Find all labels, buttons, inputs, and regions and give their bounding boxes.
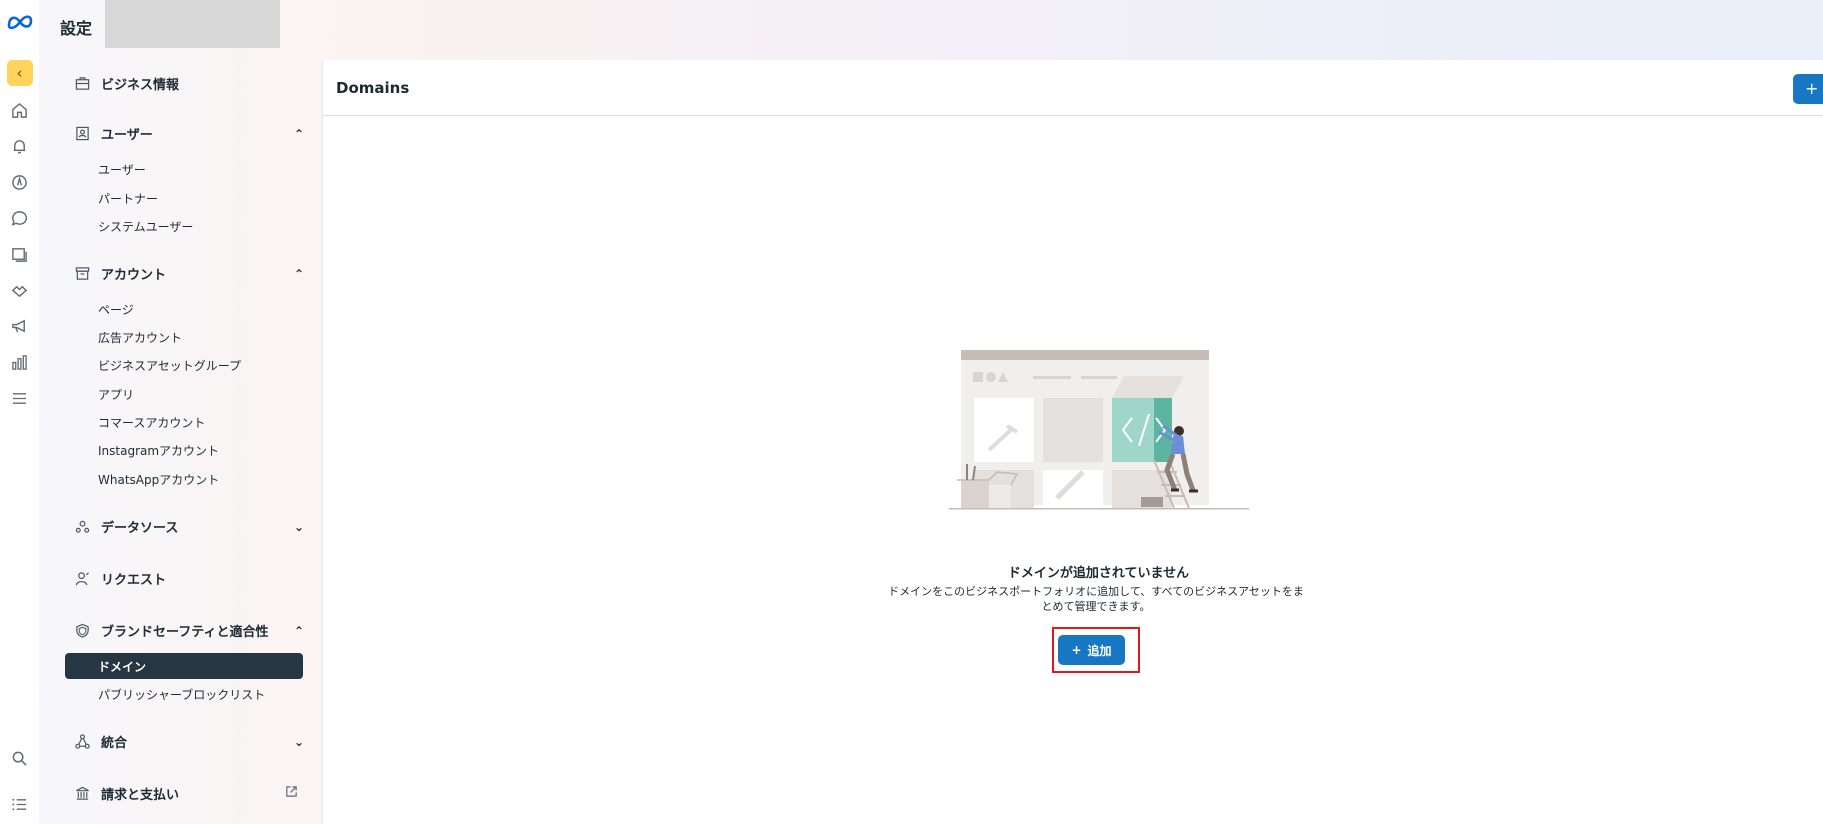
megaphone-icon[interactable]: [9, 314, 31, 338]
icon-rail: ‹: [0, 0, 39, 824]
nav-sub-asset-groups[interactable]: ビジネスアセットグループ: [98, 357, 241, 374]
nav-sub-apps[interactable]: アプリ: [98, 386, 134, 403]
redacted-business-name: [105, 0, 280, 48]
nav-brand-safety[interactable]: ブランドセーフティと適合性 ⌃: [73, 621, 322, 640]
users-icon: [73, 125, 91, 143]
section-title: Domains: [336, 79, 410, 97]
external-link-icon: [285, 785, 298, 802]
add-domain-header-button[interactable]: +: [1793, 74, 1823, 104]
top-bar: 設定: [39, 0, 1823, 60]
nav-data-sources-label: データソース: [101, 521, 179, 536]
pages-icon[interactable]: [9, 242, 31, 266]
empty-state-description: ドメインをこのビジネスポートフォリオに追加して、すべてのビジネスアセットをまとめ…: [888, 585, 1304, 613]
nav-sub-system-users[interactable]: システムユーザー: [98, 218, 193, 235]
compass-icon[interactable]: [9, 170, 31, 194]
chevron-up-icon: ⌃: [293, 623, 304, 638]
nav-integrations-label: 統合: [101, 736, 128, 751]
empty-state-illustration: [949, 350, 1249, 510]
briefcase-icon: [73, 75, 91, 93]
nav-billing-label: 請求と支払い: [101, 788, 180, 803]
nav-data-sources[interactable]: データソース ⌄: [73, 517, 322, 536]
nav-sub-commerce[interactable]: コマースアカウント: [98, 414, 205, 431]
data-sources-icon: [73, 518, 91, 536]
nav-brand-safety-label: ブランドセーフティと適合性: [101, 625, 269, 640]
bell-icon[interactable]: [9, 134, 31, 158]
nav-sub-users[interactable]: ユーザー: [98, 161, 146, 178]
nav-users-label: ユーザー: [101, 128, 153, 143]
nav-sub-pages[interactable]: ページ: [98, 301, 134, 318]
home-icon[interactable]: [9, 98, 31, 122]
add-button-label: 追加: [1087, 643, 1112, 658]
chevron-up-icon: ⌃: [293, 266, 304, 281]
meta-logo-icon[interactable]: [6, 10, 34, 32]
search-icon[interactable]: [9, 746, 31, 770]
list-icon[interactable]: [9, 792, 31, 816]
nav-requests[interactable]: リクエスト: [73, 569, 322, 588]
shield-icon: [73, 622, 91, 640]
chat-icon[interactable]: [9, 206, 31, 230]
nav-integrations[interactable]: 統合 ⌄: [73, 732, 322, 751]
handshake-icon[interactable]: [9, 278, 31, 302]
nav-sub-partners[interactable]: パートナー: [98, 190, 158, 207]
integrations-icon: [73, 733, 91, 751]
nav-sub-ad-accounts[interactable]: 広告アカウント: [98, 329, 182, 346]
nav-business-info-label: ビジネス情報: [101, 78, 180, 93]
nav-accounts[interactable]: アカウント ⌃: [73, 264, 322, 283]
chart-icon[interactable]: [9, 350, 31, 374]
chevron-down-icon: ⌄: [293, 519, 304, 534]
nav-sub-whatsapp[interactable]: WhatsAppアカウント: [98, 471, 219, 488]
collapse-sidebar-button[interactable]: ‹: [6, 60, 33, 86]
plus-icon: +: [1071, 643, 1082, 657]
main-header: Domains +: [323, 60, 1823, 116]
chevron-down-icon: ⌄: [293, 734, 304, 749]
nav-sub-domains[interactable]: ドメイン: [65, 653, 303, 679]
nav-billing[interactable]: 請求と支払い: [73, 784, 322, 803]
nav-sub-publisher-blocklist[interactable]: パブリッシャーブロックリスト: [98, 686, 265, 703]
nav-sub-instagram[interactable]: Instagramアカウント: [98, 442, 219, 459]
person-request-icon: [73, 570, 91, 588]
nav-accounts-label: アカウント: [101, 268, 167, 283]
chevron-up-icon: ⌃: [293, 126, 304, 141]
nav-requests-label: リクエスト: [101, 573, 167, 588]
nav-business-info[interactable]: ビジネス情報: [73, 74, 322, 93]
page-title: 設定: [60, 19, 93, 38]
bank-icon: [73, 785, 91, 803]
empty-state-title: ドメインが追加されていません: [1007, 566, 1190, 581]
settings-sidebar: ビジネス情報 ユーザー ⌃ ユーザー パートナー システムユーザー アカウント …: [39, 60, 322, 824]
nav-users[interactable]: ユーザー ⌃: [73, 124, 322, 143]
add-domain-button[interactable]: + 追加: [1058, 635, 1125, 665]
main-panel: Domains + ドメインが追加されていません ドメインをこのビジネスポートフ…: [322, 60, 1823, 824]
menu-icon[interactable]: [9, 386, 31, 410]
archive-icon: [73, 265, 91, 283]
